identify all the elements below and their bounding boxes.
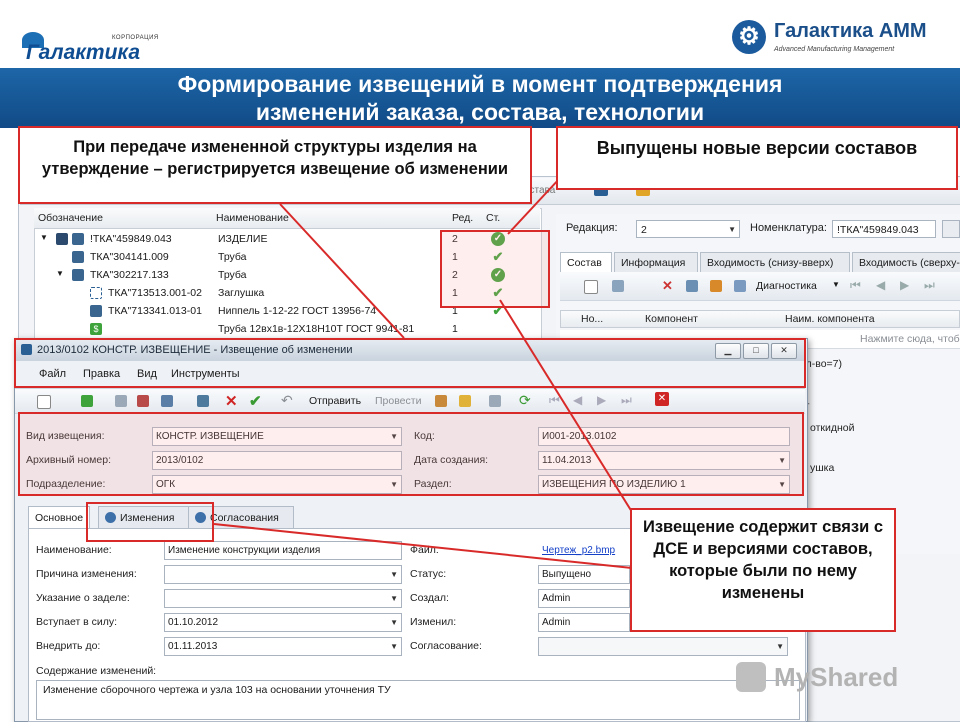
callout-new-versions-text: Выпущены новые версии составов — [596, 138, 918, 158]
myshared-logo-icon — [736, 662, 766, 692]
callout-new-versions: Выпущены новые версии составов — [556, 126, 958, 190]
myshared-watermark: MyShared — [736, 660, 956, 700]
callout-links: Извещение содержит связи с ДСЕ и версиям… — [630, 508, 896, 632]
connector-line — [279, 203, 405, 339]
watermark-text: MyShared — [774, 662, 899, 692]
callout-registration-text: При передаче измененной структуры издели… — [41, 138, 509, 178]
connector-line — [213, 523, 633, 569]
callout-links-text: Извещение содержит связи с ДСЕ и версиям… — [642, 518, 884, 602]
connector-line — [499, 299, 633, 513]
callout-registration: При передаче измененной структуры издели… — [18, 126, 532, 204]
